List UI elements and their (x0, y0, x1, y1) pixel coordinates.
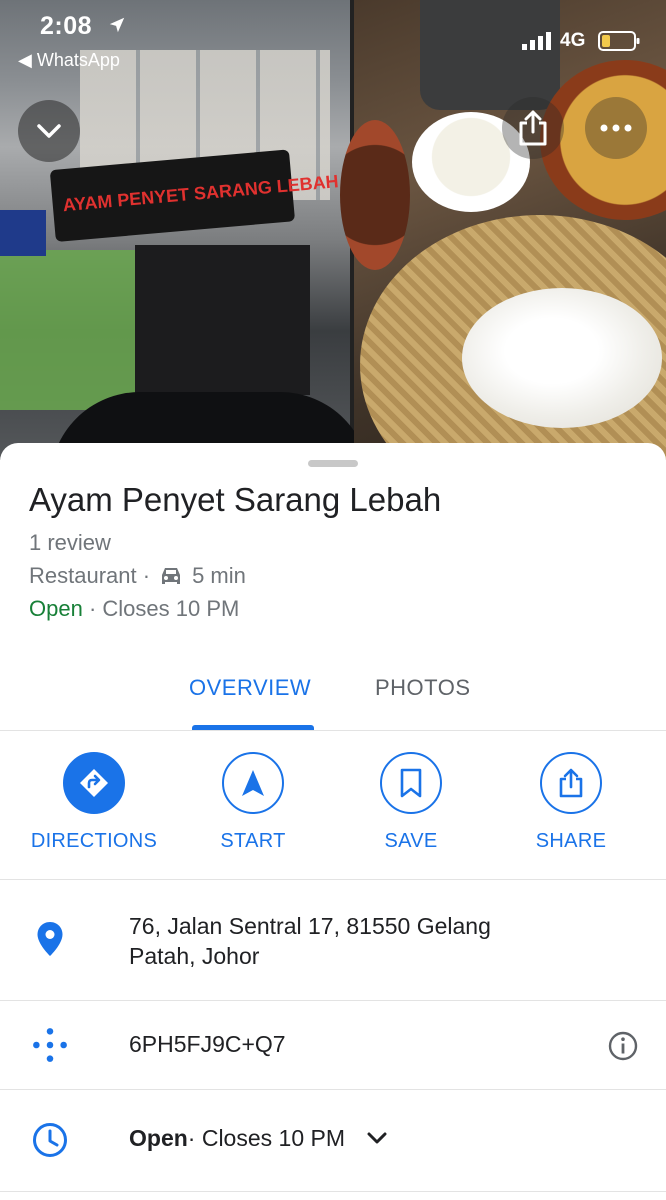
more-options-button[interactable] (585, 97, 647, 159)
chevron-down-icon (37, 124, 61, 138)
back-to-app-link[interactable]: ◀ WhatsApp (18, 50, 120, 71)
start-circle[interactable] (222, 752, 284, 814)
collapse-button[interactable] (18, 100, 80, 162)
more-icon (600, 124, 632, 132)
sheet-drag-handle[interactable] (308, 460, 358, 467)
location-arrow-icon (109, 17, 125, 33)
green-shopfront (0, 250, 140, 410)
save-circle[interactable] (380, 752, 442, 814)
car-icon (162, 568, 181, 584)
info-icon[interactable] (606, 1029, 640, 1063)
open-status: Open (29, 596, 83, 621)
plus-code-row[interactable]: 6PH5FJ9C+Q7 (0, 1001, 666, 1090)
signal-icon (522, 32, 551, 50)
directions-icon (80, 769, 108, 797)
navigation-icon (242, 770, 264, 796)
place-sheet: Ayam Penyet Sarang Lebah 1 review Restau… (0, 443, 666, 1200)
tab-bar: OVERVIEW PHOTOS (0, 663, 666, 731)
shop-sign-text: AYAM PENYET SARANG LEBAH (61, 171, 340, 216)
status-time: 2:08 (40, 12, 93, 40)
status-bar: 2:08 ◀ WhatsApp 4G (0, 0, 666, 80)
address-icon-wrap (30, 919, 70, 959)
hours-summary: Open · Closes 10 PM (29, 596, 239, 622)
start-button[interactable]: START (173, 752, 333, 853)
shop-entrance (135, 245, 310, 395)
share-photo-button[interactable] (502, 97, 564, 159)
clock-icon (33, 1123, 67, 1157)
action-bar: DIRECTIONS START SAVE SHARE (0, 732, 666, 880)
address-text: 76, Jalan Sentral 17, 81550 Gelang Patah… (129, 913, 491, 969)
start-label: START (220, 830, 286, 852)
chevron-down-icon[interactable] (365, 1126, 389, 1150)
share-label: SHARE (535, 830, 607, 852)
plus-code-icon (33, 1028, 67, 1062)
tab-photos[interactable]: PHOTOS (375, 675, 471, 701)
directions-circle[interactable] (63, 752, 125, 814)
plate-sambal (340, 120, 410, 270)
hours-open-status: Open (129, 1125, 188, 1151)
active-tab-indicator (192, 725, 314, 730)
share-circle[interactable] (540, 752, 602, 814)
place-title: Ayam Penyet Sarang Lebah (29, 481, 442, 518)
save-button[interactable]: SAVE (331, 752, 491, 853)
share-button[interactable]: SHARE (491, 752, 651, 853)
closing-time: · Closes 10 PM (82, 596, 240, 621)
drive-time: 5 min (192, 563, 246, 588)
hours-text: Open · Closes 10 PM (129, 1123, 389, 1153)
share-icon (519, 110, 547, 146)
save-label: SAVE (384, 830, 438, 852)
neighbor-sign (0, 210, 46, 256)
place-category: Restaurant · (29, 563, 151, 588)
hours-row[interactable]: Open · Closes 10 PM (0, 1090, 666, 1192)
bookmark-icon (400, 768, 422, 798)
directions-button[interactable]: DIRECTIONS (14, 752, 174, 853)
tab-overview[interactable]: OVERVIEW (189, 675, 311, 701)
directions-label: DIRECTIONS (30, 830, 158, 852)
network-type: 4G (560, 30, 586, 51)
share-icon (559, 768, 583, 798)
address-row[interactable]: 76, Jalan Sentral 17, 81550 Gelang Patah… (0, 881, 666, 1001)
hours-closing: · Closes 10 PM (187, 1125, 345, 1151)
battery-icon (598, 31, 640, 51)
hours-icon-wrap (30, 1120, 70, 1160)
plus-code-icon-wrap (30, 1025, 70, 1065)
map-pin-icon (37, 922, 63, 956)
review-count-link[interactable]: 1 review (29, 530, 111, 556)
place-meta: Restaurant · 5 min (29, 563, 246, 589)
rice (462, 288, 662, 428)
plus-code-text: 6PH5FJ9C+Q7 (129, 1031, 286, 1057)
